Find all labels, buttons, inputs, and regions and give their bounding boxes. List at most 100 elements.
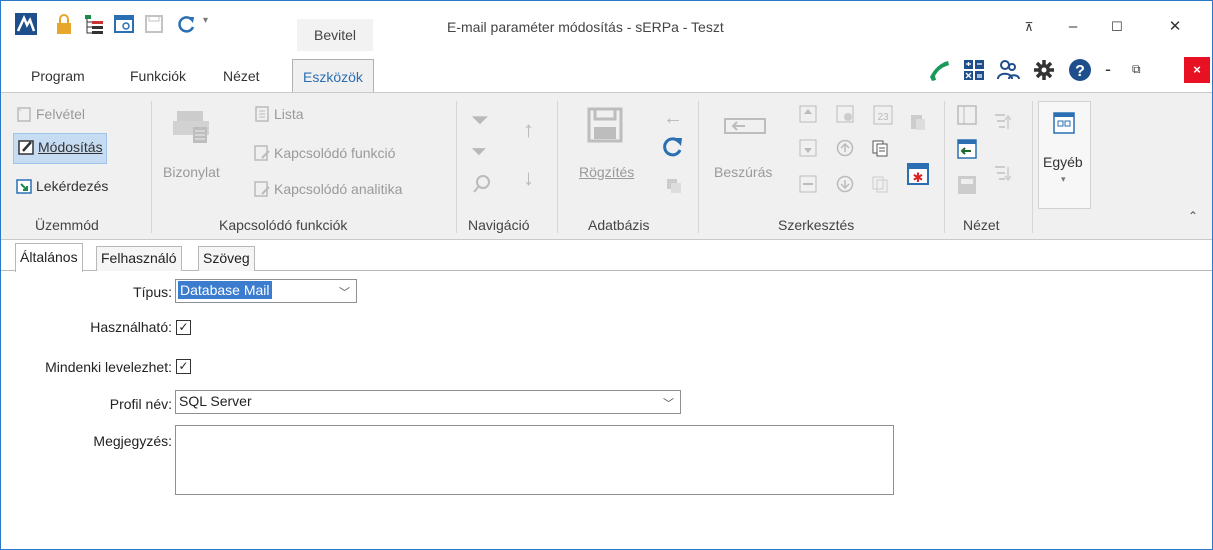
copy-icon[interactable]	[871, 139, 889, 160]
chevron-down-icon: ▾	[1061, 174, 1066, 184]
tab-funkciok[interactable]: Funkciók	[130, 59, 186, 93]
help-icon[interactable]: ?	[1067, 57, 1093, 83]
list-icon	[253, 105, 271, 126]
save-icon[interactable]	[143, 13, 165, 35]
felvetel-button[interactable]: Felvétel	[15, 105, 85, 126]
ribbon-display-options-icon[interactable]: ⊼	[1017, 15, 1041, 39]
group-label-uzemmod: Üzemmód	[35, 217, 99, 233]
context-tab-bevitel[interactable]: Bevitel	[297, 19, 373, 51]
modositas-label: Módosítás	[38, 139, 103, 156]
filter-icon[interactable]: ⏷	[471, 107, 489, 133]
panel-icon[interactable]	[957, 105, 977, 128]
refresh-icon[interactable]	[175, 13, 197, 35]
group-label-kapcsolodo: Kapcsolódó funkciók	[219, 217, 348, 233]
kapcsolodo-funkcio-button[interactable]: Kapcsolódó funkció	[253, 144, 395, 165]
more-icon	[1053, 112, 1075, 137]
hasznalhato-checkbox[interactable]: ✓	[176, 320, 191, 335]
bizonylat-icon	[171, 107, 211, 150]
tab-nezet[interactable]: Nézet	[223, 59, 260, 93]
tab-eszkozok[interactable]: Eszközök	[292, 59, 374, 93]
ribbon-separator	[944, 101, 945, 233]
reload-icon[interactable]	[661, 135, 685, 162]
window-search-icon[interactable]	[113, 13, 135, 35]
ribbon-separator	[557, 101, 558, 233]
ribbon: Felvétel Módosítás Lekérdezés Üzemmód Bi…	[1, 92, 1212, 240]
delete-row-icon[interactable]	[836, 105, 854, 126]
ribbon-separator	[698, 101, 699, 233]
sort-asc-icon[interactable]	[993, 111, 1012, 136]
maximize-button[interactable]: ☐	[1105, 15, 1129, 39]
beszuras-button[interactable]: Beszúrás	[714, 164, 772, 180]
lock-icon[interactable]	[53, 13, 75, 35]
remove-row-icon[interactable]	[799, 175, 817, 196]
search-icon[interactable]	[471, 173, 493, 198]
undo-arrow-icon[interactable]: ←	[663, 107, 683, 130]
edit-icon	[17, 138, 35, 159]
tab-felhasznalo[interactable]: Felhasználó	[96, 246, 182, 271]
tab-altalanos[interactable]: Általános	[15, 243, 83, 272]
arrow-down-icon[interactable]: ↓	[523, 165, 534, 191]
mdi-minimize-button[interactable]: -	[1105, 59, 1111, 80]
calendar-icon[interactable]: 23	[873, 105, 893, 128]
lekerdezes-button[interactable]: Lekérdezés	[15, 177, 108, 198]
modositas-button[interactable]: Módosítás	[13, 133, 107, 164]
special-char-icon[interactable]: ✱	[907, 163, 929, 188]
megjegyzes-textarea[interactable]	[175, 425, 894, 495]
up-circle-icon[interactable]	[836, 139, 854, 160]
profil-value: SQL Server	[179, 393, 252, 409]
tree-icon[interactable]	[83, 13, 105, 35]
mdi-close-button[interactable]: ×	[1184, 57, 1210, 83]
customize-quick-access-icon[interactable]: ▾	[203, 15, 208, 37]
form-view-icon[interactable]	[957, 175, 977, 198]
profil-select[interactable]: SQL Server ﹀	[175, 390, 681, 414]
insert-icon	[723, 109, 767, 148]
egyeb-button[interactable]: Egyéb ▾	[1038, 101, 1091, 209]
lista-label: Lista	[274, 106, 304, 123]
felvetel-label: Felvétel	[36, 106, 86, 123]
mdi-restore-button[interactable]: ⧉	[1132, 62, 1141, 77]
ribbon-separator	[456, 101, 457, 233]
kapcsolodo-analitika-button[interactable]: Kapcsolódó analitika	[253, 180, 402, 201]
arrow-up-icon[interactable]: ↑	[523, 117, 534, 143]
collapse-ribbon-icon[interactable]: ⌃	[1188, 209, 1198, 223]
paste-icon[interactable]	[909, 111, 927, 134]
group-label-adatbazis: Adatbázis	[588, 217, 650, 233]
hasznalhato-label: Használható:	[90, 319, 172, 335]
sort-desc-icon[interactable]	[993, 163, 1012, 188]
form-area: Általános Felhasználó Szöveg Típus: Data…	[1, 241, 1212, 549]
back-panel-icon[interactable]	[957, 139, 977, 162]
tipus-select[interactable]: Database Mail ﹀	[175, 279, 357, 303]
tipus-value: Database Mail	[178, 281, 272, 299]
move-top-icon[interactable]	[799, 105, 817, 126]
close-button[interactable]: ✕	[1163, 15, 1187, 39]
save-record-icon	[587, 107, 623, 146]
title-bar: ▾ Bevitel E-mail paraméter módosítás - s…	[1, 1, 1212, 51]
users-icon[interactable]	[995, 57, 1021, 83]
mindenki-checkbox[interactable]: ✓	[176, 359, 191, 374]
calculator-icon[interactable]	[961, 57, 987, 83]
paste-special-icon[interactable]	[871, 175, 889, 196]
tab-program[interactable]: Program	[31, 59, 85, 93]
egyeb-label: Egyéb	[1043, 154, 1083, 170]
tab-szoveg[interactable]: Szöveg	[198, 246, 255, 271]
group-label-nezet: Nézet	[963, 217, 1000, 233]
filter-clear-icon[interactable]: ⏷	[471, 141, 487, 164]
copy-record-icon[interactable]	[665, 177, 683, 198]
rogzites-button[interactable]: Rögzítés	[579, 164, 634, 180]
lista-button[interactable]: Lista	[253, 105, 304, 126]
kapcsolodo-analitika-label: Kapcsolódó analitika	[274, 181, 403, 198]
query-icon	[15, 177, 33, 198]
app-logo-icon	[15, 13, 37, 35]
phone-icon[interactable]	[926, 57, 952, 83]
lekerdezes-label: Lekérdezés	[36, 178, 109, 195]
minimize-button[interactable]: –	[1061, 15, 1085, 39]
bizonylat-button[interactable]: Bizonylat	[163, 164, 220, 180]
move-bottom-icon[interactable]	[799, 139, 817, 160]
new-record-icon	[15, 105, 33, 126]
svg-text:23: 23	[877, 112, 889, 123]
ribbon-separator	[1032, 101, 1033, 233]
chevron-down-icon: ﹀	[663, 398, 674, 410]
down-circle-icon[interactable]	[836, 175, 854, 196]
kapcsolodo-funkcio-label: Kapcsolódó funkció	[274, 145, 396, 162]
gear-icon[interactable]	[1031, 57, 1057, 83]
